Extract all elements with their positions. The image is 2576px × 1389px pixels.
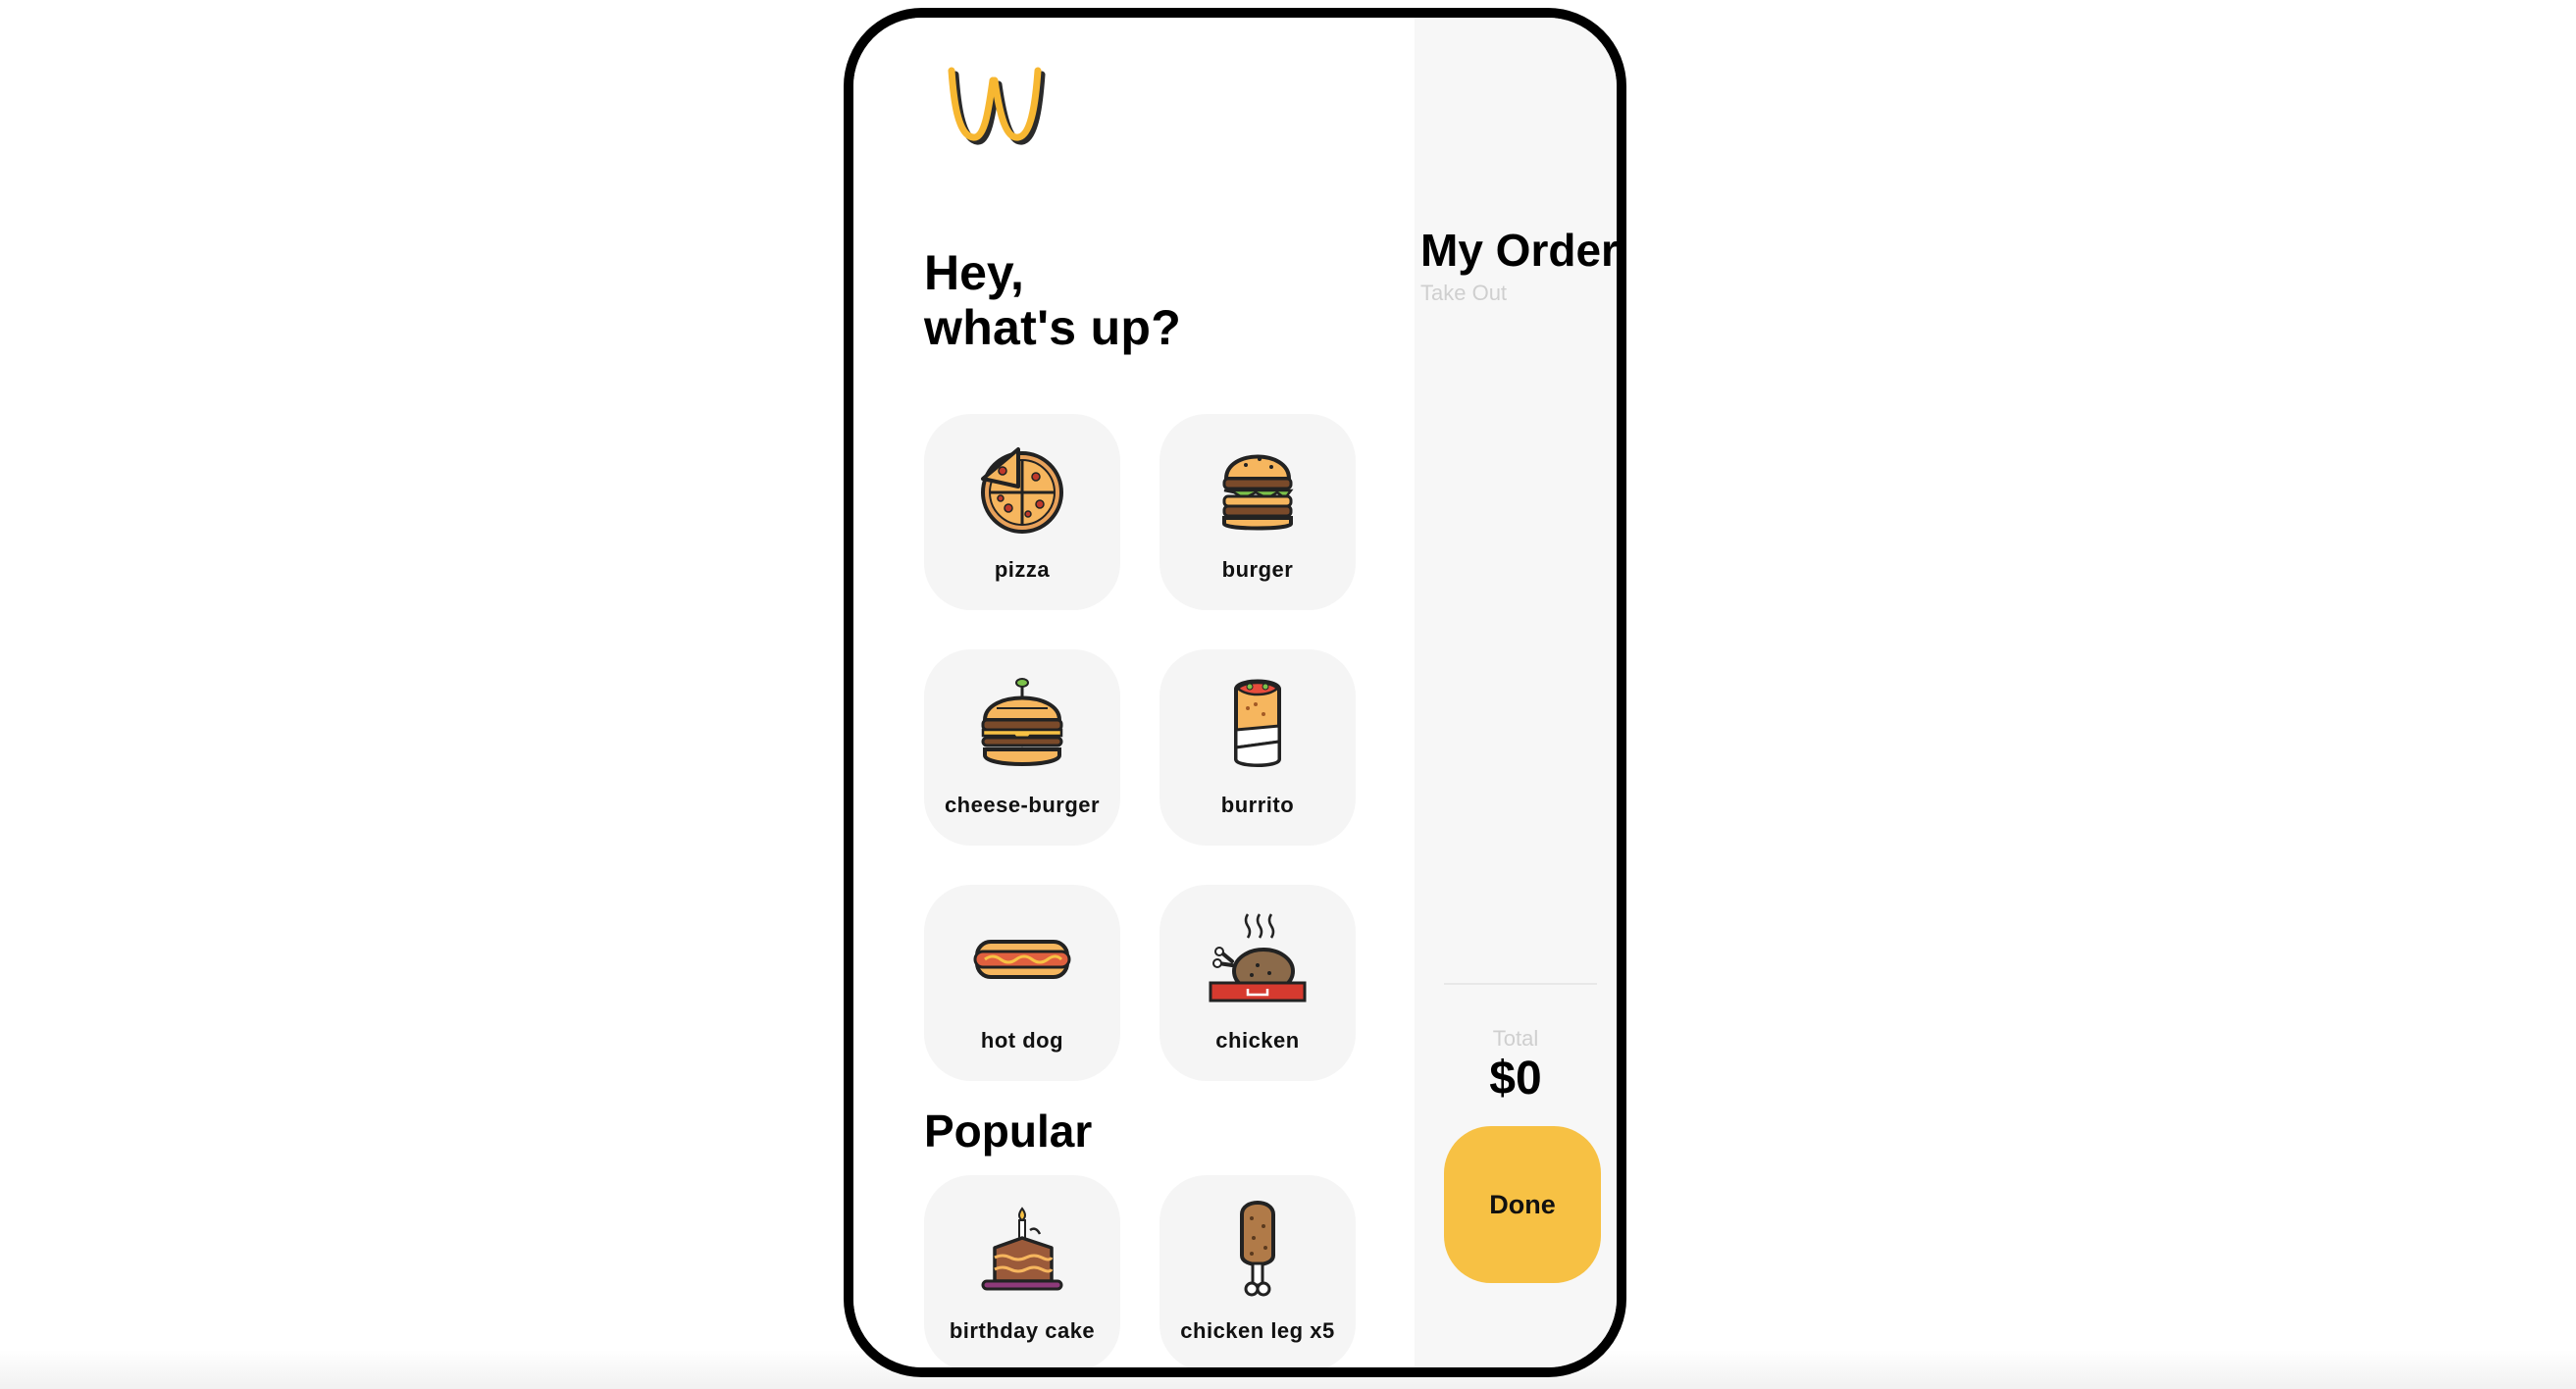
chicken-icon bbox=[1209, 913, 1307, 1003]
done-button[interactable]: Done bbox=[1444, 1126, 1601, 1283]
cheese-burger-icon bbox=[981, 678, 1063, 766]
category-tile-cheese-burger[interactable]: cheese-burger bbox=[924, 649, 1120, 846]
category-label: chicken bbox=[1215, 1028, 1300, 1053]
category-tile-burger[interactable]: burger bbox=[1159, 414, 1356, 610]
category-tile-hot-dog[interactable]: hot dog bbox=[924, 885, 1120, 1081]
category-tile-pizza[interactable]: pizza bbox=[924, 414, 1120, 610]
brand-logo bbox=[948, 67, 1046, 145]
order-type-label: Take Out bbox=[1420, 281, 1508, 305]
chicken-leg-icon bbox=[1240, 1201, 1275, 1297]
category-label: hot dog bbox=[980, 1028, 1064, 1053]
popular-item-birthday-cake[interactable]: birthday cake bbox=[924, 1175, 1120, 1367]
greeting-line1: Hey, bbox=[924, 245, 1024, 300]
total-label: Total bbox=[1492, 1026, 1539, 1051]
popular-item-label: chicken leg x5 bbox=[1180, 1318, 1335, 1343]
category-label: pizza bbox=[994, 557, 1051, 582]
popular-item-chicken-leg[interactable]: chicken leg x5 bbox=[1159, 1175, 1356, 1367]
burger-icon bbox=[1222, 454, 1294, 531]
greeting-heading: Hey, what's up? bbox=[924, 245, 1181, 355]
category-label: burger bbox=[1221, 557, 1294, 582]
order-divider bbox=[1444, 983, 1597, 985]
phone-frame: Hey, what's up? pizza burger cheese-burg… bbox=[844, 8, 1626, 1377]
category-tile-chicken[interactable]: chicken bbox=[1159, 885, 1356, 1081]
category-label: burrito bbox=[1220, 793, 1295, 817]
birthday-cake-icon bbox=[981, 1207, 1063, 1291]
pizza-icon bbox=[981, 447, 1063, 534]
category-label: cheese-burger bbox=[944, 793, 1101, 817]
order-title: My Order bbox=[1420, 225, 1619, 276]
total-value: $0 bbox=[1489, 1053, 1542, 1105]
category-tile-burrito[interactable]: burrito bbox=[1159, 649, 1356, 846]
greeting-line2: what's up? bbox=[924, 300, 1182, 355]
popular-item-label: birthday cake bbox=[949, 1318, 1096, 1343]
menu-panel: Hey, what's up? pizza burger cheese-burg… bbox=[853, 18, 1415, 1367]
burrito-icon bbox=[1234, 679, 1281, 767]
popular-heading: Popular bbox=[924, 1106, 1093, 1157]
hot-dog-icon bbox=[973, 940, 1071, 979]
order-panel: My Order Take Out Total $0 Done bbox=[1415, 18, 1617, 1367]
